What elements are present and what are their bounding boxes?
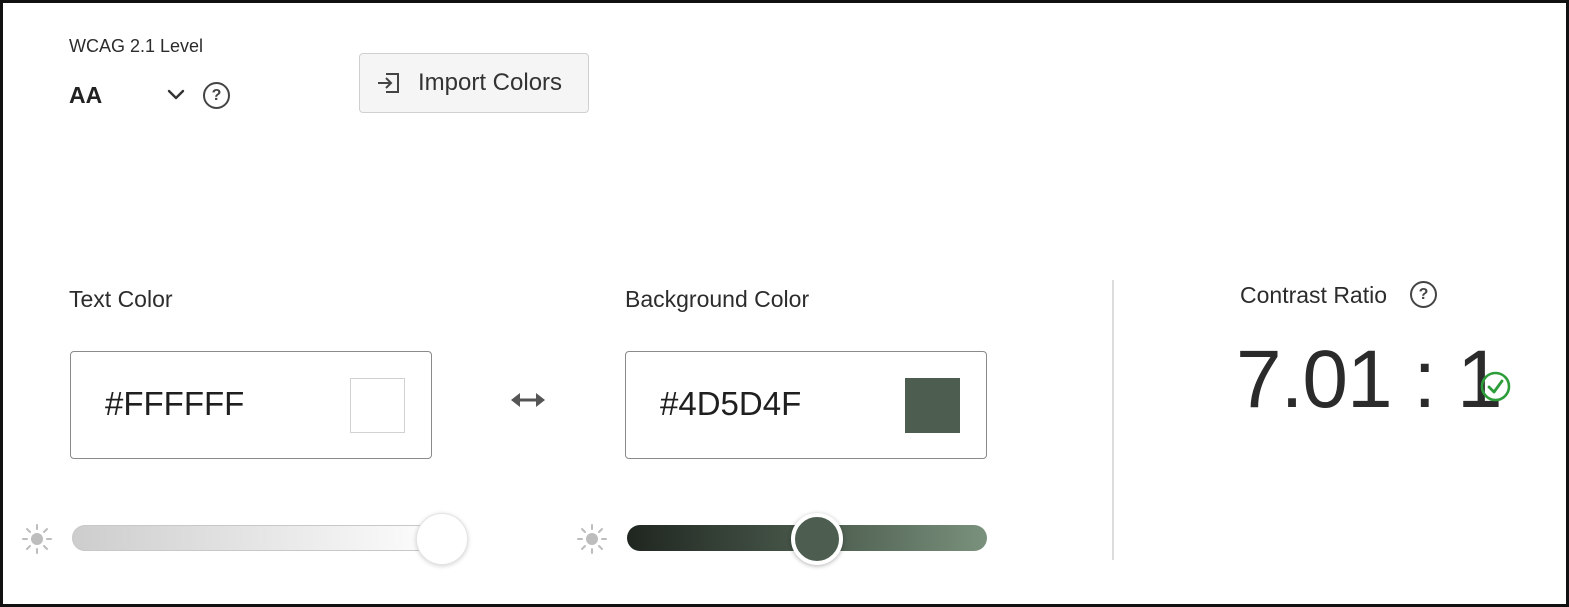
contrast-ratio-label: Contrast Ratio [1240,282,1388,308]
chevron-down-icon[interactable] [163,83,189,107]
background-color-slider-thumb[interactable] [791,513,843,565]
wcag-help-icon[interactable]: ? [203,82,230,109]
text-color-input[interactable]: #FFFFFF [70,351,432,459]
background-color-swatch[interactable] [905,378,960,433]
import-icon [378,73,399,93]
checkmark-circle-icon [1480,371,1511,402]
import-colors-label: Import Colors [418,69,563,96]
text-color-swatch[interactable] [350,378,405,433]
contrast-help-icon[interactable]: ? [1410,281,1437,308]
import-colors-button[interactable]: Import Colors [359,53,589,113]
contrast-checker-panel: WCAG 2.1 Level AA ? Import Colors Text C… [0,0,1569,607]
brightness-icon [22,524,52,554]
background-color-input[interactable]: #4D5D4F [625,351,987,459]
wcag-help-symbol: ? [211,86,222,104]
contrast-ratio-value: 7.01 : 1 [1236,334,1503,425]
swap-arrows-icon[interactable] [509,387,547,413]
wcag-level-label: WCAG 2.1 Level [69,36,204,56]
text-color-label: Text Color [69,286,173,312]
contrast-help-symbol: ? [1418,285,1429,303]
text-color-hex[interactable]: #FFFFFF [105,385,244,423]
text-color-brightness-slider[interactable] [72,525,452,551]
section-divider [1112,280,1114,560]
brightness-icon [577,524,607,554]
wcag-level-value[interactable]: AA [69,82,102,109]
text-color-slider-thumb[interactable] [416,513,468,565]
background-color-hex[interactable]: #4D5D4F [660,385,801,423]
background-color-label: Background Color [625,286,810,312]
